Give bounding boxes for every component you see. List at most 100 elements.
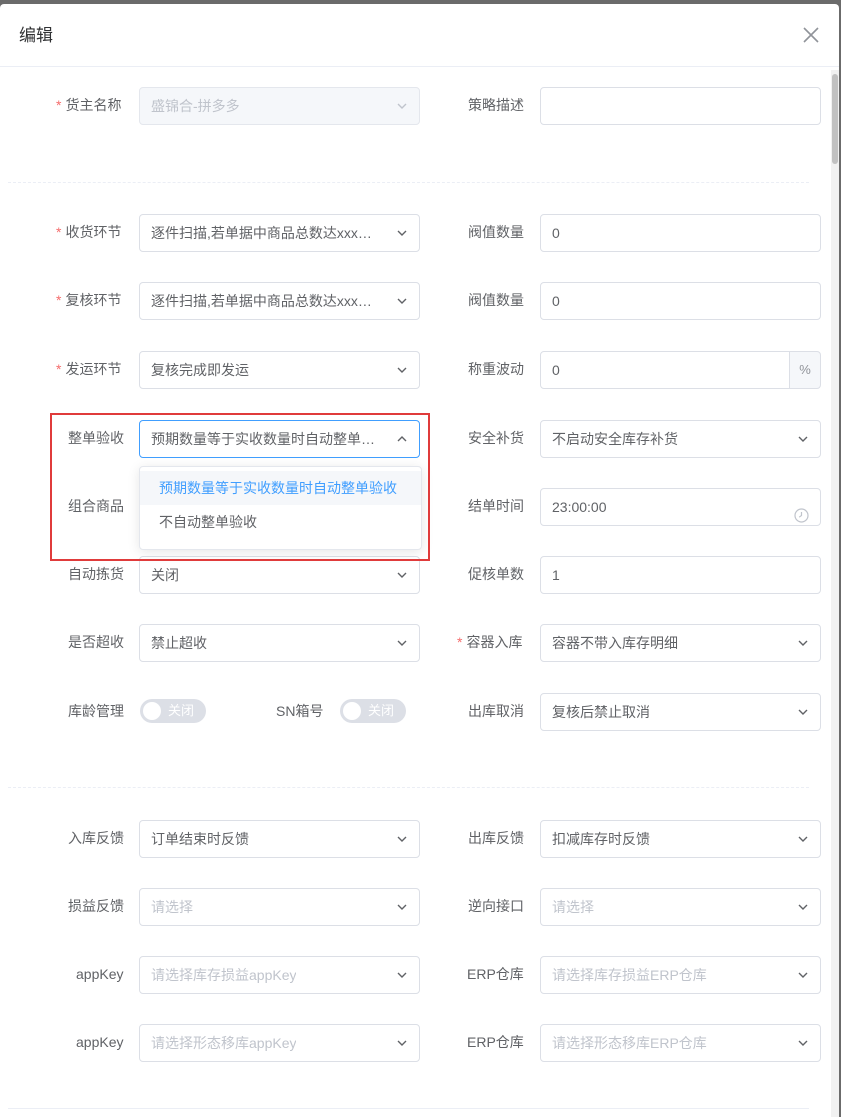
- reverse-api-label: 逆向接口: [468, 898, 524, 914]
- out-cancel-select[interactable]: 复核后禁止取消: [540, 693, 821, 731]
- erp-1-label: ERP仓库: [467, 966, 524, 982]
- out-feedback-select[interactable]: 扣减库存时反馈: [540, 820, 821, 858]
- chevron-down-icon: [798, 708, 808, 716]
- container-in-value: 容器不带入库存明细: [552, 635, 678, 651]
- chevron-down-icon: [397, 835, 407, 843]
- urge-count-input[interactable]: 1: [540, 556, 821, 594]
- close-time-label: 结单时间: [468, 498, 524, 514]
- over-receive-value: 禁止超收: [151, 635, 207, 651]
- chevron-down-icon: [397, 102, 407, 110]
- receive-threshold-label: 阀值数量: [468, 224, 524, 240]
- switch-state: 关闭: [368, 703, 395, 718]
- switch-knob: [343, 702, 361, 720]
- appkey-1-placeholder: 请选择库存损益appKey: [151, 967, 297, 983]
- required-mark: *: [56, 292, 62, 308]
- dropdown-option-no-auto-accept[interactable]: 不自动整单验收: [140, 505, 421, 539]
- owner-value: 盛锦合-拼多多: [151, 98, 240, 114]
- review-threshold-input[interactable]: 0: [540, 282, 821, 320]
- owner-select[interactable]: 盛锦合-拼多多: [139, 87, 420, 125]
- review-value: 逐件扫描,若单据中商品总数达xxx件...: [151, 293, 383, 309]
- in-feedback-label: 入库反馈: [68, 830, 124, 846]
- loss-feedback-placeholder: 请选择: [151, 899, 193, 915]
- strategy-desc-label: 策略描述: [468, 97, 524, 113]
- footer-divider: [8, 1108, 809, 1109]
- loss-feedback-label: 损益反馈: [68, 898, 124, 914]
- chevron-down-icon: [397, 571, 407, 579]
- dropdown-option-auto-accept[interactable]: 预期数量等于实收数量时自动整单验收: [140, 471, 421, 505]
- chevron-down-icon: [397, 229, 407, 237]
- chevron-down-icon: [397, 1039, 407, 1047]
- sn-box-switch[interactable]: 关闭: [340, 699, 406, 723]
- out-feedback-value: 扣减库存时反馈: [552, 831, 650, 847]
- whole-accept-label: 整单验收: [68, 430, 124, 446]
- receive-threshold-input[interactable]: 0: [540, 214, 821, 252]
- close-time-input[interactable]: 23:00:00: [540, 488, 821, 526]
- over-receive-select[interactable]: 禁止超收: [139, 624, 420, 662]
- chevron-down-icon: [397, 903, 407, 911]
- container-in-select[interactable]: 容器不带入库存明细: [540, 624, 821, 662]
- scrollbar-track[interactable]: [831, 70, 839, 1117]
- chevron-down-icon: [397, 639, 407, 647]
- appkey-2-placeholder: 请选择形态移库appKey: [151, 1035, 297, 1051]
- reverse-api-select[interactable]: 请选择: [540, 888, 821, 926]
- sn-box-label: SN箱号: [276, 703, 324, 719]
- required-mark: *: [56, 361, 62, 377]
- erp-1-select[interactable]: 请选择库存损益ERP仓库: [540, 956, 821, 994]
- chevron-down-icon: [798, 835, 808, 843]
- in-feedback-value: 订单结束时反馈: [151, 831, 249, 847]
- erp-1-placeholder: 请选择库存损益ERP仓库: [552, 967, 707, 983]
- edit-dialog: 编辑 * 货主名称 盛锦合-拼多多 策略描述 * 收货环节 逐件扫描,若单据中商品总…: [0, 4, 839, 1117]
- receive-label: * 收货环节: [56, 224, 122, 240]
- receive-value: 逐件扫描,若单据中商品总数达xxx件...: [151, 225, 383, 241]
- dialog-header: 编辑: [0, 4, 839, 67]
- review-threshold-label: 阀值数量: [468, 292, 524, 308]
- erp-2-placeholder: 请选择形态移库ERP仓库: [552, 1035, 707, 1051]
- combo-goods-label: 组合商品: [68, 498, 124, 514]
- dialog-title: 编辑: [19, 26, 53, 45]
- erp-2-select[interactable]: 请选择形态移库ERP仓库: [540, 1024, 821, 1062]
- loss-feedback-select[interactable]: 请选择: [139, 888, 420, 926]
- receive-select[interactable]: 逐件扫描,若单据中商品总数达xxx件...: [139, 214, 420, 252]
- appkey-2-select[interactable]: 请选择形态移库appKey: [139, 1024, 420, 1062]
- section-divider: [8, 182, 809, 183]
- whole-accept-select[interactable]: 预期数量等于实收数量时自动整单验收: [139, 420, 420, 458]
- over-receive-label: 是否超收: [68, 634, 124, 650]
- ship-select[interactable]: 复核完成即发运: [139, 351, 420, 389]
- review-label: * 复核环节: [56, 292, 122, 308]
- out-cancel-label: 出库取消: [468, 703, 524, 719]
- percent-suffix: %: [789, 351, 821, 389]
- erp-2-label: ERP仓库: [467, 1034, 524, 1050]
- appkey-2-label: appKey: [76, 1034, 124, 1050]
- safety-replenish-select[interactable]: 不启动安全库存补货: [540, 420, 821, 458]
- out-feedback-label: 出库反馈: [468, 830, 524, 846]
- chevron-down-icon: [798, 1039, 808, 1047]
- chevron-down-icon: [397, 971, 407, 979]
- auto-pick-select[interactable]: 关闭: [139, 556, 420, 594]
- age-mgmt-switch[interactable]: 关闭: [140, 699, 206, 723]
- weight-tolerance-input[interactable]: 0: [540, 351, 790, 389]
- scrollbar-thumb[interactable]: [832, 74, 838, 164]
- switch-knob: [143, 702, 161, 720]
- safety-replenish-label: 安全补货: [468, 430, 524, 446]
- whole-accept-value: 预期数量等于实收数量时自动整单验收: [151, 431, 383, 447]
- appkey-1-label: appKey: [76, 966, 124, 982]
- in-feedback-select[interactable]: 订单结束时反馈: [139, 820, 420, 858]
- strategy-desc-input[interactable]: [540, 87, 821, 125]
- required-mark: *: [56, 224, 62, 240]
- out-cancel-value: 复核后禁止取消: [552, 704, 650, 720]
- container-in-label: * 容器入库: [457, 634, 523, 650]
- whole-accept-dropdown: 预期数量等于实收数量时自动整单验收 不自动整单验收: [139, 466, 422, 550]
- urge-count-label: 促核单数: [468, 566, 524, 582]
- ship-value: 复核完成即发运: [151, 362, 249, 378]
- close-icon[interactable]: [800, 24, 822, 46]
- auto-pick-label: 自动拣货: [68, 566, 124, 582]
- chevron-up-icon: [397, 435, 407, 443]
- weight-tolerance-label: 称重波动: [468, 361, 524, 377]
- ship-label: * 发运环节: [56, 361, 122, 377]
- appkey-1-select[interactable]: 请选择库存损益appKey: [139, 956, 420, 994]
- review-select[interactable]: 逐件扫描,若单据中商品总数达xxx件...: [139, 282, 420, 320]
- chevron-down-icon: [798, 435, 808, 443]
- chevron-down-icon: [798, 639, 808, 647]
- required-mark: *: [457, 634, 463, 650]
- age-mgmt-label: 库龄管理: [68, 703, 124, 719]
